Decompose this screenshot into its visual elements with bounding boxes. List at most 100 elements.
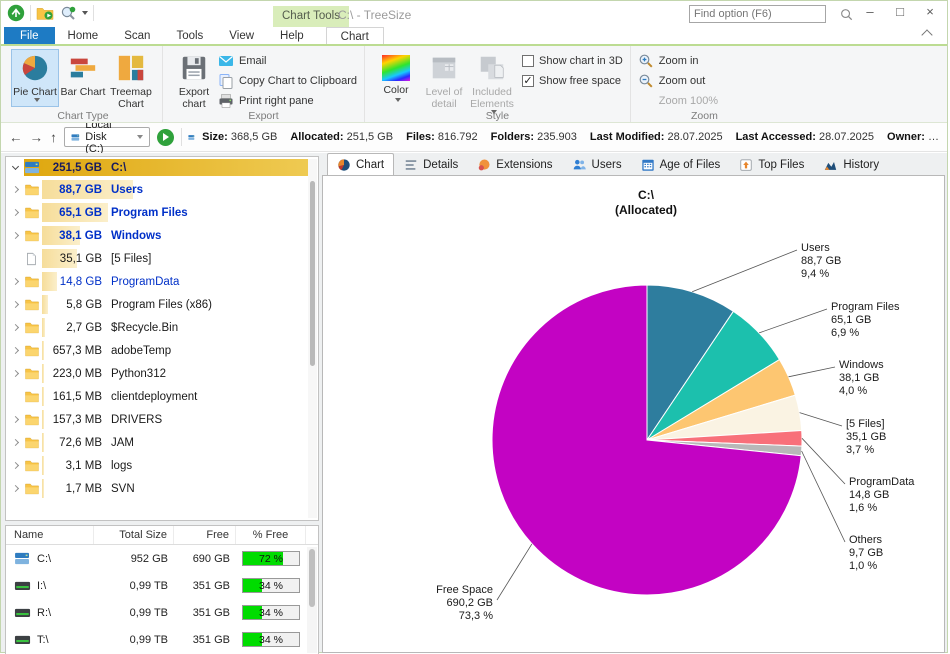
column-header-name[interactable]: Name xyxy=(6,526,94,544)
copy-chart-button[interactable]: Copy Chart to Clipboard xyxy=(218,71,357,91)
chevron-right-icon[interactable] xyxy=(6,231,24,240)
tab-file[interactable]: File xyxy=(4,27,55,44)
tree-row[interactable]: 38,1 GB Windows xyxy=(6,224,318,247)
included-elements-button[interactable]: Included Elements xyxy=(468,49,516,115)
column-header-total-size[interactable]: Total Size xyxy=(94,526,174,544)
chevron-right-icon[interactable] xyxy=(6,438,24,447)
forward-arrow-icon[interactable]: → xyxy=(30,130,44,145)
pie-chart[interactable] xyxy=(323,176,946,652)
tree-item-name: Users xyxy=(111,183,143,196)
scrollbar-thumb[interactable] xyxy=(310,181,315,366)
folder-icon xyxy=(24,298,42,311)
free-percent-label: 34 % xyxy=(259,607,283,619)
tree-row-content: 3,1 MB logs xyxy=(6,459,318,472)
tree-row[interactable]: 14,8 GB ProgramData xyxy=(6,270,318,293)
up-arrow-icon[interactable]: ↑ xyxy=(50,130,57,145)
table-row[interactable]: C:\ 952 GB 690 GB 72 % xyxy=(6,545,318,572)
level-of-detail-button[interactable]: Level of detail xyxy=(420,49,468,111)
tree-row[interactable]: 65,1 GB Program Files xyxy=(6,201,318,224)
bar-chart-button[interactable]: Bar Chart xyxy=(59,49,107,107)
pie-callout-line xyxy=(801,450,846,543)
tree-row[interactable]: 1,7 MB SVN xyxy=(6,477,318,500)
view-tab-history[interactable]: History xyxy=(814,155,888,175)
view-tab-extensions[interactable]: Extensions xyxy=(468,155,561,175)
tree-scrollbar[interactable] xyxy=(308,159,317,518)
drive-pct-free-cell: 34 % xyxy=(236,578,306,593)
scrollbar-thumb[interactable] xyxy=(309,549,315,607)
color-button[interactable]: Color xyxy=(372,49,420,107)
chevron-right-icon[interactable] xyxy=(6,415,24,424)
export-chart-button[interactable]: Export chart xyxy=(170,49,218,111)
drive-total-size: 0,99 TB xyxy=(129,579,168,592)
chevron-right-icon[interactable] xyxy=(6,300,24,309)
tree-row-root[interactable]: 251,5 GB C:\ xyxy=(6,157,318,178)
email-button[interactable]: Email xyxy=(218,51,357,71)
free-percent-bar: 34 % xyxy=(242,578,300,593)
tree-row-content: 251,5 GB C:\ xyxy=(6,161,318,174)
show-free-space-checkbox[interactable]: ✓ Show free space xyxy=(522,71,623,91)
email-label: Email xyxy=(239,55,267,67)
tab-home[interactable]: Home xyxy=(55,27,112,44)
back-arrow-icon[interactable]: ← xyxy=(9,130,23,145)
close-button[interactable]: × xyxy=(915,1,945,23)
tree-row[interactable]: 223,0 MB Python312 xyxy=(6,362,318,385)
tab-view[interactable]: View xyxy=(216,27,267,44)
search-scan-icon[interactable] xyxy=(59,5,77,21)
table-row[interactable]: T:\ 0,99 TB 351 GB 34 % xyxy=(6,626,318,653)
tab-chart[interactable]: Chart xyxy=(325,27,384,44)
chevron-right-icon[interactable] xyxy=(6,277,24,286)
show-chart-3d-checkbox[interactable]: Show chart in 3D xyxy=(522,51,623,71)
folder-tree-panel: 251,5 GB C:\ 88,7 GB Users 65,1 GB Program Fi… xyxy=(5,156,319,521)
tree-row[interactable]: 88,7 GB Users xyxy=(6,178,318,201)
tree-row[interactable]: 157,3 MB DRIVERS xyxy=(6,408,318,431)
zoom-out-button[interactable]: Zoom out xyxy=(638,71,718,91)
chevron-right-icon[interactable] xyxy=(6,484,24,493)
chevron-right-icon[interactable] xyxy=(6,323,24,332)
chevron-up-icon[interactable] xyxy=(921,29,933,41)
view-tab-chart[interactable]: Chart xyxy=(327,153,395,175)
pie-chart-button[interactable]: Pie Chart xyxy=(11,49,59,107)
view-tab-details[interactable]: Details xyxy=(395,155,467,175)
zoom-100-button[interactable]: Zoom 100% xyxy=(638,91,718,111)
chevron-down-icon[interactable] xyxy=(6,162,24,171)
tab-help[interactable]: Help xyxy=(267,27,317,44)
pie-callout-label: ProgramData 14,8 GB 1,6 % xyxy=(849,476,915,514)
tree-row[interactable]: 657,3 MB adobeTemp xyxy=(6,339,318,362)
location-combobox[interactable]: Local Disk (C:) xyxy=(64,119,150,155)
folder-icon xyxy=(24,321,42,334)
view-tab-top-files[interactable]: Top Files xyxy=(730,155,813,175)
treemap-chart-button[interactable]: Treemap Chart xyxy=(107,49,155,111)
table-row[interactable]: I:\ 0,99 TB 351 GB 34 % xyxy=(6,572,318,599)
table-row[interactable]: R:\ 0,99 TB 351 GB 34 % xyxy=(6,599,318,626)
tab-tools[interactable]: Tools xyxy=(163,27,216,44)
tree-row[interactable]: 72,6 MB JAM xyxy=(6,431,318,454)
start-scan-button[interactable] xyxy=(156,128,174,146)
view-tab-age-of-files[interactable]: Age of Files xyxy=(632,155,730,175)
tree-row[interactable]: 3,1 MB logs xyxy=(6,454,318,477)
column-header-pct-free[interactable]: % Free xyxy=(236,526,306,544)
chevron-right-icon[interactable] xyxy=(6,461,24,470)
find-option-input[interactable] xyxy=(690,8,840,20)
qat-dropdown-icon[interactable] xyxy=(82,11,88,15)
scan-folder-icon[interactable] xyxy=(36,6,54,21)
tree-row[interactable]: 2,7 GB $Recycle.Bin xyxy=(6,316,318,339)
zoom-in-button[interactable]: Zoom in xyxy=(638,51,718,71)
chevron-right-icon[interactable] xyxy=(6,185,24,194)
print-right-pane-button[interactable]: Print right pane xyxy=(218,91,357,111)
find-option-box[interactable] xyxy=(689,5,853,23)
group-chart-type: Pie Chart Bar Chart Treemap Chart Chart … xyxy=(4,46,162,122)
tree-row[interactable]: 5,8 GB Program Files (x86) xyxy=(6,293,318,316)
chevron-right-icon[interactable] xyxy=(6,208,24,217)
drive-list-scrollbar[interactable] xyxy=(307,547,317,653)
column-header-free[interactable]: Free xyxy=(174,526,236,544)
chevron-right-icon[interactable] xyxy=(6,346,24,355)
tree-row[interactable]: 161,5 MB clientdeployment xyxy=(6,385,318,408)
tab-scan[interactable]: Scan xyxy=(111,27,163,44)
chevron-right-icon[interactable] xyxy=(6,369,24,378)
maximize-button[interactable]: □ xyxy=(885,1,915,23)
drive-name: T:\ xyxy=(37,633,49,646)
tree-row[interactable]: 35,1 GB [5 Files] xyxy=(6,247,318,270)
minimize-button[interactable]: – xyxy=(855,1,885,23)
group-label-zoom: Zoom xyxy=(691,110,718,122)
view-tab-users[interactable]: Users xyxy=(563,155,631,175)
